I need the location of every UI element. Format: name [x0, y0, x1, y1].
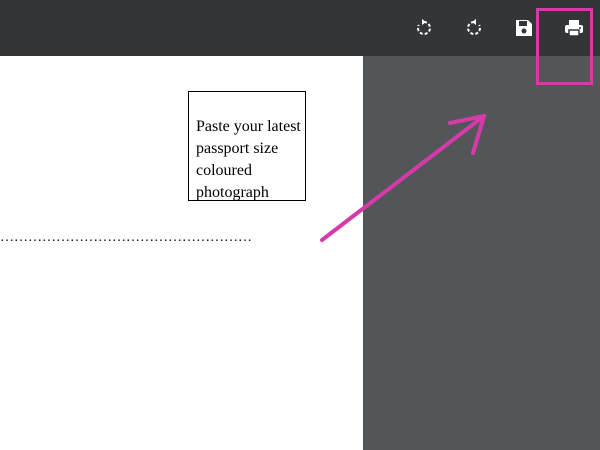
print-highlight-box [536, 8, 593, 85]
signature-dotted-line: ……………………………………………… [0, 230, 252, 245]
rotate-counterclockwise-button[interactable] [458, 12, 490, 44]
rotate-clockwise-icon [417, 19, 431, 35]
save-icon [516, 20, 532, 36]
rotate-counterclockwise-icon [467, 19, 481, 35]
rotate-clockwise-button[interactable] [408, 12, 440, 44]
pdf-page: Paste your latest passport size coloured… [0, 56, 363, 450]
pdf-toolbar [0, 0, 600, 56]
photo-placeholder-box: Paste your latest passport size coloured… [188, 91, 306, 201]
photo-instruction-text: Paste your latest passport size coloured… [196, 118, 301, 201]
